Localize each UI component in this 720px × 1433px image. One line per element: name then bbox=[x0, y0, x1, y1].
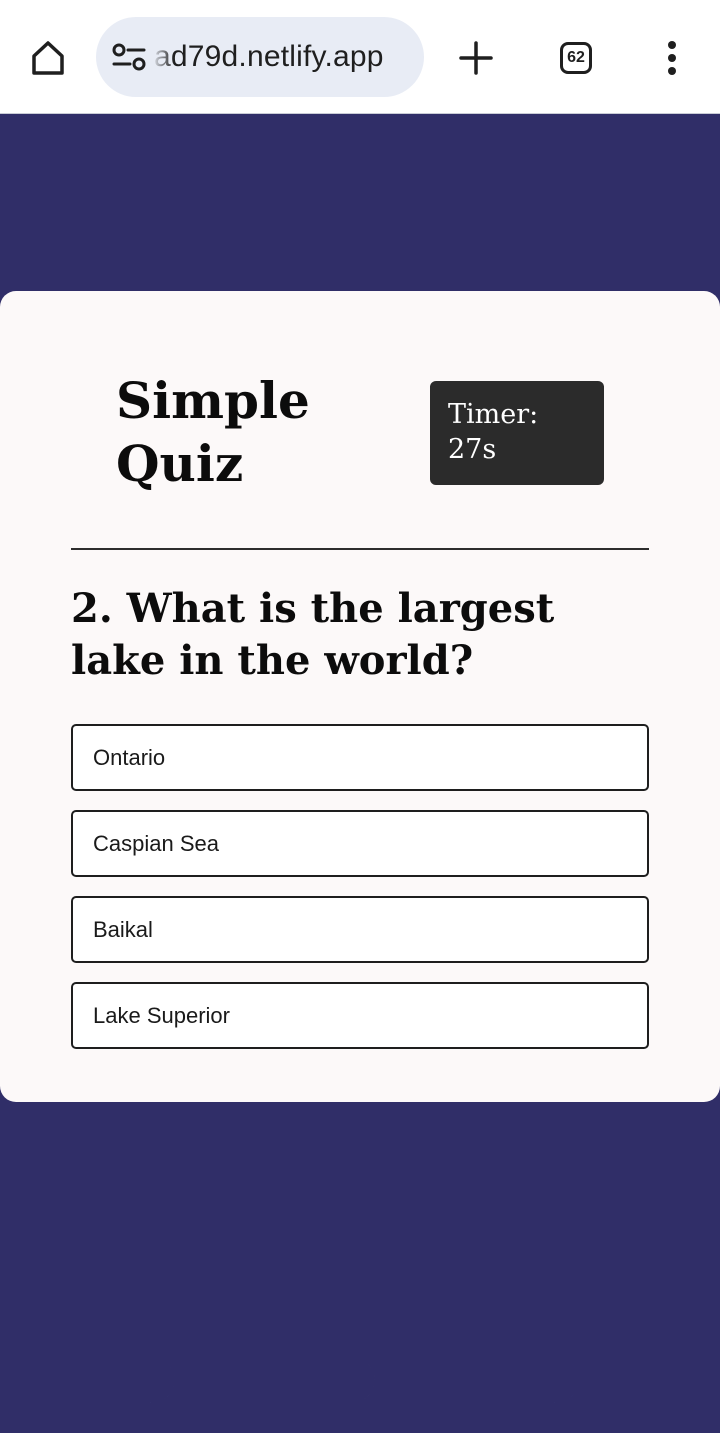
tab-switcher-icon: 62 bbox=[560, 42, 592, 74]
tab-count: 62 bbox=[567, 49, 585, 66]
url-text[interactable]: ad79d.netlify.app bbox=[154, 17, 384, 97]
home-button[interactable] bbox=[24, 34, 72, 82]
tab-switcher-button[interactable]: 62 bbox=[552, 34, 600, 82]
more-vertical-icon bbox=[668, 41, 676, 75]
site-info-icon[interactable] bbox=[112, 43, 146, 71]
question-text: 2. What is the largest lake in the world… bbox=[71, 585, 555, 684]
url-fade bbox=[152, 17, 174, 97]
address-bar[interactable]: ad79d.netlify.app bbox=[96, 17, 424, 97]
answer-option-baikal[interactable]: Baikal bbox=[71, 896, 649, 963]
crescent-moon-icon bbox=[336, 1364, 375, 1403]
quiz-card: Simple Quiz Timer: 27s 2. What is the la… bbox=[0, 291, 720, 1102]
new-tab-button[interactable] bbox=[452, 34, 500, 82]
answer-option-ontario[interactable]: Ontario bbox=[71, 724, 649, 791]
timer-display: Timer: 27s bbox=[430, 381, 604, 485]
crescent-moon-icon bbox=[540, 1364, 579, 1403]
divider bbox=[71, 548, 649, 550]
answer-option-lake-superior[interactable]: Lake Superior bbox=[71, 982, 649, 1049]
browser-toolbar: ad79d.netlify.app 62 bbox=[0, 0, 720, 114]
home-icon bbox=[32, 41, 64, 75]
plus-icon bbox=[459, 41, 493, 75]
quiz-title: Simple Quiz bbox=[116, 371, 310, 493]
answer-options: Ontario Caspian Sea Baikal Lake Superior bbox=[71, 724, 649, 1068]
answer-option-caspian-sea[interactable]: Caspian Sea bbox=[71, 810, 649, 877]
crescent-moon-icon bbox=[136, 1364, 175, 1403]
more-menu-button[interactable] bbox=[648, 34, 696, 82]
